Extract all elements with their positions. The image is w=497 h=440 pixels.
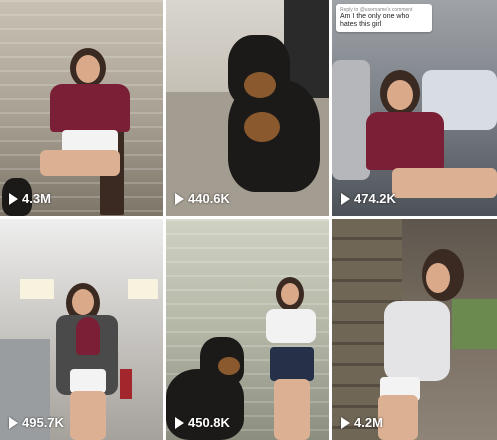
play-icon — [341, 192, 350, 205]
car-seat — [332, 60, 370, 180]
person-legs — [70, 391, 106, 440]
person-sweater — [384, 301, 450, 381]
ceiling-light — [20, 279, 54, 299]
ceiling-light — [128, 279, 158, 299]
person-legs — [378, 395, 418, 440]
play-icon — [9, 416, 18, 429]
video-grid: 4.3M 440.6K Reply to @username's comment… — [0, 0, 497, 440]
view-count: 450.8K — [175, 415, 230, 430]
person-face — [387, 80, 413, 110]
person-legs — [392, 168, 497, 198]
view-count-text: 4.2M — [354, 415, 383, 430]
person-face — [426, 263, 450, 293]
person-top — [366, 112, 444, 170]
view-count-text: 495.7K — [22, 415, 64, 430]
video-thumbnail[interactable]: 4.2M — [332, 219, 497, 440]
dog-chest — [244, 112, 280, 142]
view-count: 495.7K — [9, 415, 64, 430]
caption-text: Am I the only one who hates this girl — [340, 13, 410, 28]
person-legs — [274, 379, 310, 440]
view-count-text: 474.2K — [354, 191, 396, 206]
reply-caption: Reply to @username's comment Am I the on… — [336, 4, 432, 32]
view-count: 440.6K — [175, 191, 230, 206]
video-thumbnail[interactable]: 4.3M — [0, 0, 163, 216]
red-sign — [120, 369, 132, 399]
view-count: 474.2K — [341, 191, 396, 206]
dog-muzzle — [244, 72, 276, 98]
video-thumbnail[interactable]: Reply to @username's comment Am I the on… — [332, 0, 497, 216]
person-legs — [40, 150, 120, 176]
view-count-text: 440.6K — [188, 191, 230, 206]
person-face — [76, 55, 100, 83]
play-icon — [9, 192, 18, 205]
play-icon — [175, 192, 184, 205]
dog-muzzle — [218, 357, 240, 375]
person-top — [266, 309, 316, 343]
view-count-text: 4.3M — [22, 191, 51, 206]
person-top — [76, 317, 100, 355]
play-icon — [341, 416, 350, 429]
video-thumbnail[interactable]: 450.8K — [166, 219, 329, 440]
person-face — [281, 283, 299, 305]
play-icon — [175, 416, 184, 429]
person-shorts — [70, 369, 106, 393]
view-count: 4.2M — [341, 415, 383, 430]
person-top — [50, 84, 130, 132]
person-skirt — [270, 347, 314, 381]
person-face — [72, 289, 94, 315]
view-count-text: 450.8K — [188, 415, 230, 430]
view-count: 4.3M — [9, 191, 51, 206]
greenery — [452, 299, 497, 349]
video-thumbnail[interactable]: 440.6K — [166, 0, 329, 216]
video-thumbnail[interactable]: 495.7K — [0, 219, 163, 440]
